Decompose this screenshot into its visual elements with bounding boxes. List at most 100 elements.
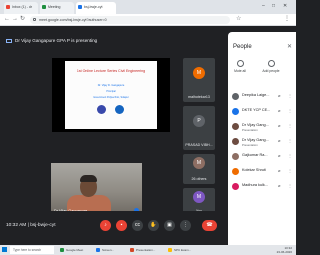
participant-name: DKTE YCP CE...	[242, 108, 271, 112]
leave-call-button[interactable]: ☎	[202, 220, 217, 231]
taskbar-app[interactable]: Google Meet	[60, 246, 92, 254]
more-options-icon[interactable]: ⋮	[288, 123, 292, 128]
participant-row[interactable]: Kolekar Shruti ⌀ ⋮	[232, 167, 294, 178]
more-options-icon[interactable]: ⋮	[288, 93, 292, 98]
captions-button[interactable]: cc	[132, 220, 143, 231]
avatar	[232, 153, 239, 160]
participant-row[interactable]: Madhura kulk... ⌀ ⋮	[232, 182, 294, 193]
mic-off-icon[interactable]: ⌀	[278, 93, 280, 98]
taskbar-app[interactable]: SPC Exam...	[168, 246, 200, 254]
menu-dots-icon[interactable]: ⋮	[284, 16, 290, 23]
add-person-icon	[267, 60, 275, 67]
institute-logo	[97, 105, 106, 114]
url-text: meet.google.com/bsj-bwje-cyt?authuser=0	[39, 18, 107, 22]
mic-toggle-button[interactable]: ♪	[100, 220, 111, 231]
maximize-icon[interactable]: □	[272, 3, 275, 9]
browser-tab-meet-active[interactable]: bsj-bwje-cyt	[76, 2, 116, 14]
tile-label: malhotekar13	[188, 95, 210, 99]
taskbar-clock[interactable]: 10:32 23-06-2020	[277, 246, 292, 254]
mic-off-icon[interactable]: ⌀	[278, 123, 280, 128]
star-icon[interactable]: ☆	[236, 16, 241, 23]
presenting-text: Dr Vijay Gangapure GPA P is presenting	[15, 38, 98, 43]
avatar	[232, 168, 239, 175]
mic-off-icon[interactable]: ⌀	[278, 153, 280, 158]
participant-tile[interactable]: P PRASAD VIBH...	[183, 106, 215, 150]
mic-off-icon[interactable]: ⌀	[278, 183, 280, 188]
meeting-time: 10:32 AM | bsj-bwje-cyt	[6, 223, 56, 228]
more-options-icon[interactable]: ⋮	[288, 153, 292, 158]
participant-row[interactable]: Deepika Laige... ⌀ ⋮	[232, 92, 294, 103]
hangup-icon: ☎	[206, 222, 213, 228]
gmail-icon	[6, 5, 10, 9]
clock-date: 23-06-2020	[276, 250, 292, 254]
more-options-icon[interactable]: ⋮	[288, 138, 292, 143]
add-people-button[interactable]: Add people	[254, 60, 288, 73]
mute-all-button[interactable]: Mute all	[230, 60, 250, 73]
avatar: M	[193, 191, 205, 203]
tab-label: bsj-bwje-cyt	[84, 5, 103, 9]
app-icon	[168, 248, 172, 253]
tile-label: PRASAD VIBH...	[185, 143, 213, 147]
slide: 1st Online Lecture Series Civil Engineer…	[65, 61, 157, 129]
camera-toggle-button[interactable]: ▪	[116, 220, 127, 231]
browser-tab-bar: Inbox (1) - dr Meeting bsj-bwje-cyt – □ …	[0, 0, 296, 14]
panel-title: People	[233, 44, 252, 50]
participant-name: Gajkumar Ra...	[242, 153, 268, 157]
participant-row[interactable]: Gajkumar Ra... ⌀ ⋮	[232, 152, 294, 163]
participant-row[interactable]: Dr Vijay Gang... Presentation ⌀ ⋮	[232, 122, 294, 133]
participant-tile[interactable]: M malhotekar13	[183, 58, 215, 102]
app-icon	[60, 248, 64, 253]
slide-line: Dr. Vijay D. Gangapure	[97, 84, 125, 87]
slide-line: Government Polytechnic, Solapur	[93, 96, 129, 99]
minimize-icon[interactable]: –	[262, 3, 265, 9]
present-button[interactable]: ▣	[164, 220, 175, 231]
close-window-icon[interactable]: ✕	[283, 3, 287, 9]
others-tile[interactable]: M 26 others	[183, 154, 215, 184]
presenter-camera-tile[interactable]: Dr Vijay Gangapure	[51, 163, 142, 215]
avatar: P	[193, 115, 205, 127]
people-panel: People ✕ Mute all Add people Deepika Lai…	[228, 32, 296, 245]
participant-sub: Presentation	[242, 143, 258, 147]
tab-label: Meeting	[48, 5, 61, 9]
more-options-button[interactable]: ⋮	[180, 220, 191, 231]
mic-off-icon[interactable]: ⌀	[278, 108, 280, 113]
taskbar-search-input[interactable]: Type here to search	[10, 246, 54, 254]
avatar	[232, 183, 239, 190]
microphone-icon: ♪	[104, 222, 107, 228]
back-icon[interactable]: ←	[4, 16, 10, 23]
windows-start-icon[interactable]	[2, 247, 7, 252]
forward-icon[interactable]: →	[12, 16, 18, 23]
slide-line: Principal	[106, 90, 116, 93]
tile-label: 26 others	[191, 177, 207, 181]
participant-row[interactable]: DKTE YCP CE... ⌀ ⋮	[232, 107, 294, 118]
mic-off-icon[interactable]: ⌀	[278, 138, 280, 143]
browser-tab-inbox[interactable]: Inbox (1) - dr	[4, 2, 38, 14]
participant-name: Dr Vijay Gang...	[242, 138, 269, 142]
taskbar-app[interactable]: Screen...	[96, 246, 126, 254]
more-options-icon[interactable]: ⋮	[288, 168, 292, 173]
avatar	[232, 123, 239, 130]
windows-taskbar: Type here to search Google Meet Screen..…	[0, 245, 296, 255]
captions-icon: cc	[135, 222, 140, 228]
participant-name: Dr Vijay Gang...	[242, 123, 269, 127]
url-input[interactable]: meet.google.com/bsj-bwje-cyt?authuser=0	[30, 16, 230, 24]
present-screen-icon: ▣	[167, 222, 172, 228]
participant-name: Deepika Laige...	[242, 93, 270, 97]
participant-sub: Presentation	[242, 128, 258, 132]
presentation-view[interactable]: 1st Online Lecture Series Civil Engineer…	[52, 58, 170, 132]
app-icon	[96, 248, 100, 253]
reload-icon[interactable]: ↻	[20, 16, 25, 23]
mic-off-icon[interactable]: ⌀	[278, 168, 280, 173]
close-icon[interactable]: ✕	[287, 43, 292, 50]
more-options-icon[interactable]: ⋮	[288, 108, 292, 113]
meet-icon	[78, 5, 82, 9]
meeting-controls: 10:32 AM | bsj-bwje-cyt ♪ ▪ cc ✋ ▣ ⋮ ☎	[0, 211, 230, 245]
participant-row[interactable]: Dr Vijay Gang... Presentation ⌀ ⋮	[232, 137, 294, 148]
tab-label: Inbox (1) - dr	[12, 5, 33, 9]
browser-tab-meeting[interactable]: Meeting	[40, 2, 74, 14]
taskbar-app[interactable]: Presentation...	[130, 246, 164, 254]
raise-hand-button[interactable]: ✋	[148, 220, 159, 231]
meeting-code: bsj-bwje-cyt	[30, 223, 56, 228]
more-options-icon[interactable]: ⋮	[288, 183, 292, 188]
taskbar-app-label: SPC Exam...	[174, 248, 192, 252]
